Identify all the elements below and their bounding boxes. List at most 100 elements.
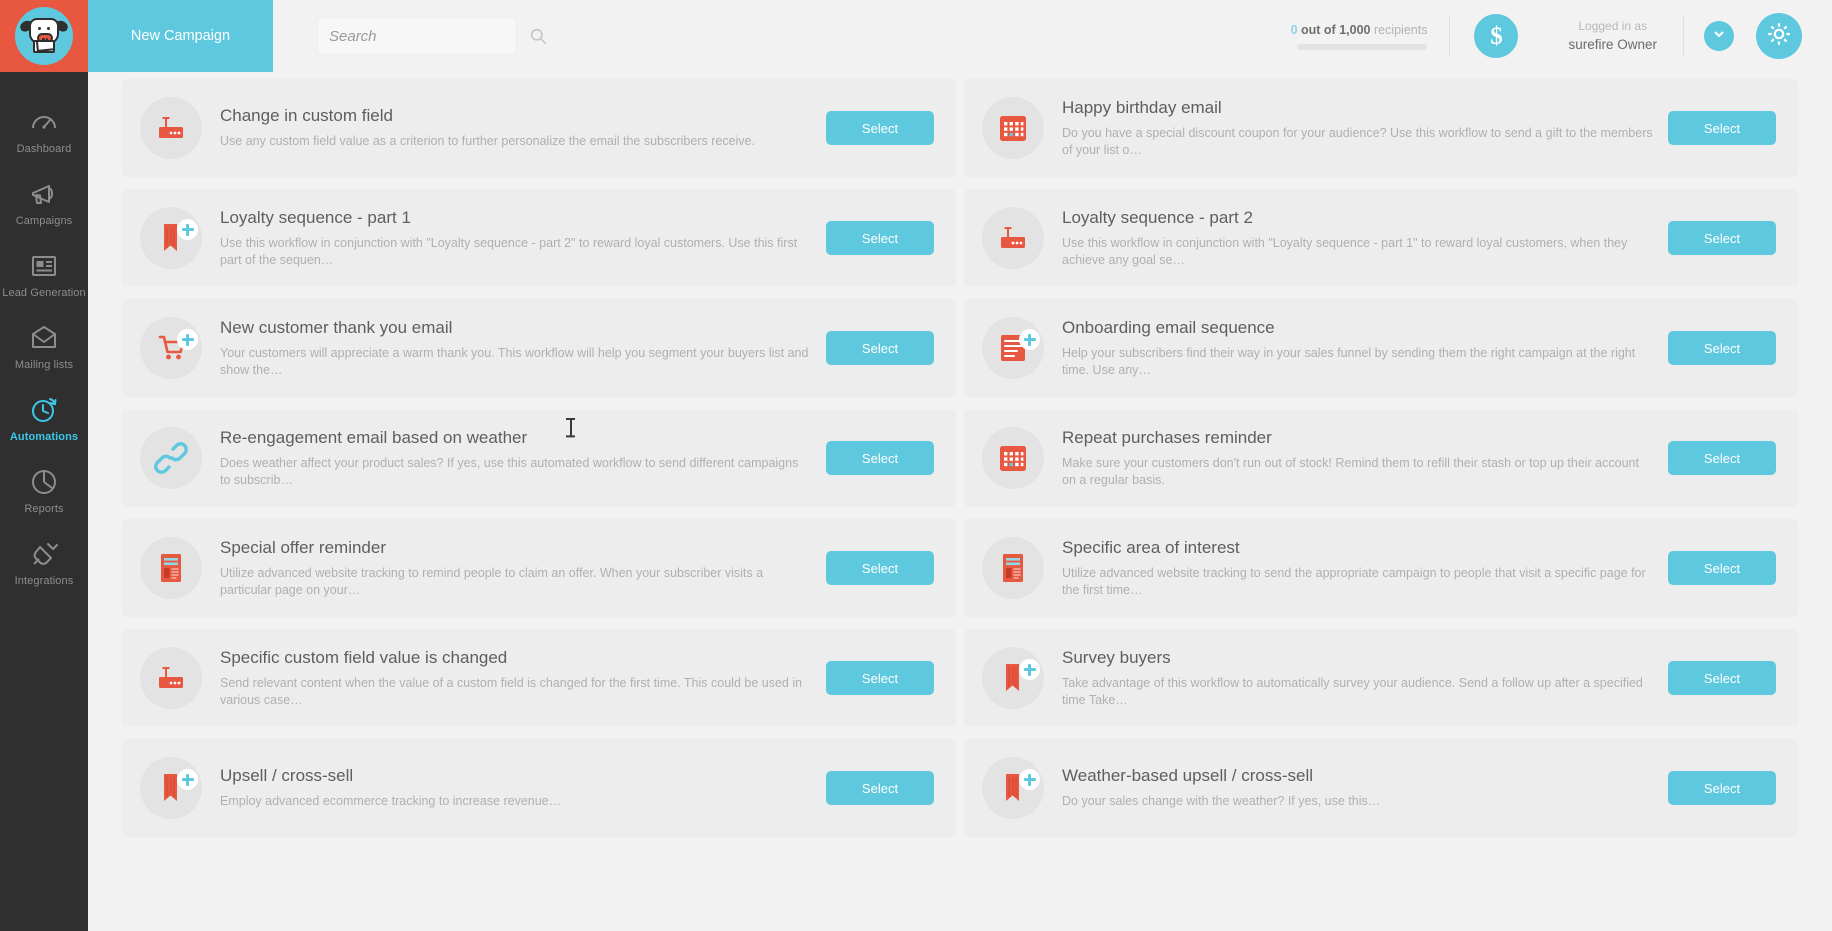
recipe-title: Survey buyers bbox=[1062, 648, 1171, 668]
automation-recipe-card[interactable]: Change in custom field Use any custom fie… bbox=[122, 79, 956, 177]
recipients-meter: 0 out of 1,000 recipients bbox=[1291, 23, 1450, 50]
recipe-title: Specific custom field value is changed bbox=[220, 648, 508, 668]
recipients-progress-bar bbox=[1297, 43, 1428, 50]
recipe-title: New customer thank you email bbox=[220, 318, 453, 338]
automation-recipe-card[interactable]: Repeat purchases reminder Make sure your … bbox=[964, 409, 1798, 507]
automation-recipe-card[interactable]: Specific area of interest Utilize advance… bbox=[964, 519, 1798, 617]
main-area: New Campaign 0 out of 1,000 recipients bbox=[88, 0, 1832, 931]
select-button[interactable]: Select bbox=[826, 551, 934, 585]
automation-recipe-card[interactable]: Specific custom field value is changed Se… bbox=[122, 629, 956, 727]
recipe-icon-badge bbox=[140, 97, 202, 159]
select-button[interactable]: Select bbox=[1668, 111, 1776, 145]
calendar-icon bbox=[996, 111, 1030, 145]
recipe-text: Happy birthday email Do you have a specia… bbox=[1062, 98, 1668, 158]
plus-icon bbox=[177, 219, 198, 240]
automation-recipe-card[interactable]: Special offer reminder Utilize advanced w… bbox=[122, 519, 956, 617]
search-box[interactable] bbox=[317, 17, 547, 55]
app-logo[interactable] bbox=[0, 0, 88, 72]
custom-field-icon bbox=[996, 221, 1030, 255]
recipe-description: Do you have a special discount coupon fo… bbox=[1062, 126, 1653, 157]
recipe-icon-badge bbox=[982, 647, 1044, 709]
credits-button[interactable]: $ bbox=[1474, 14, 1519, 58]
automation-recipe-card[interactable]: Loyalty sequence - part 2 Use this workfl… bbox=[964, 189, 1798, 287]
select-button[interactable]: Select bbox=[1668, 551, 1776, 585]
automation-recipe-card[interactable]: Upsell / cross-sell Employ advanced ecomm… bbox=[122, 739, 956, 837]
recipients-count: 0 bbox=[1290, 22, 1298, 37]
sidebar-item-campaigns[interactable]: Campaigns bbox=[0, 166, 88, 238]
recipe-text: Re-engagement email based on weather Does… bbox=[220, 428, 826, 488]
recipe-icon-badge bbox=[982, 757, 1044, 819]
recipe-description: Use this workflow in conjunction with "L… bbox=[1062, 236, 1628, 267]
automation-recipe-card[interactable]: Loyalty sequence - part 1 Use this workfl… bbox=[122, 189, 956, 287]
recipients-label: 0 out of 1,000 recipients bbox=[1291, 23, 1428, 37]
gear-icon bbox=[1766, 21, 1792, 52]
recipe-text: Change in custom field Use any custom fie… bbox=[220, 106, 826, 149]
select-button[interactable]: Select bbox=[826, 111, 934, 145]
plus-icon bbox=[1019, 329, 1040, 350]
recipe-description: Employ advanced ecommerce tracking to in… bbox=[220, 794, 562, 809]
select-button[interactable]: Select bbox=[826, 221, 934, 255]
select-button[interactable]: Select bbox=[1668, 661, 1776, 695]
top-bar-right: 0 out of 1,000 recipients $ Logged in as… bbox=[1291, 13, 1832, 59]
account-menu-button[interactable] bbox=[1704, 21, 1734, 51]
recipe-icon-badge bbox=[140, 757, 202, 819]
recipe-description: Utilize advanced website tracking to rem… bbox=[220, 566, 764, 597]
clock-icon bbox=[29, 395, 59, 425]
recipe-icon-badge bbox=[982, 427, 1044, 489]
recipe-description: Does weather affect your product sales? … bbox=[220, 456, 799, 487]
search-icon[interactable] bbox=[530, 28, 547, 45]
select-button[interactable]: Select bbox=[1668, 221, 1776, 255]
automation-recipe-card[interactable]: New customer thank you email Your custome… bbox=[122, 299, 956, 397]
sidebar-item-mailing-lists[interactable]: Mailing lists bbox=[0, 310, 88, 382]
recipe-text: Onboarding email sequence Help your subsc… bbox=[1062, 318, 1668, 378]
page-icon bbox=[996, 551, 1030, 585]
automation-recipe-card[interactable]: Weather-based upsell / cross-sell Do your… bbox=[964, 739, 1798, 837]
recipe-title: Specific area of interest bbox=[1062, 538, 1240, 558]
search-input[interactable] bbox=[329, 27, 530, 45]
automation-recipes-scroll[interactable]: Change in custom field Use any custom fie… bbox=[88, 72, 1832, 931]
sidebar-item-reports[interactable]: Reports bbox=[0, 454, 88, 526]
link-icon bbox=[153, 440, 189, 476]
automation-recipe-card[interactable]: Survey buyers Take advantage of this work… bbox=[964, 629, 1798, 727]
recipients-suffix: recipients bbox=[1373, 22, 1428, 37]
recipe-description: Help your subscribers find their way in … bbox=[1062, 346, 1636, 377]
recipe-icon-badge bbox=[982, 207, 1044, 269]
top-bar: New Campaign 0 out of 1,000 recipients bbox=[88, 0, 1832, 72]
plug-icon bbox=[29, 539, 59, 569]
recipe-text: Specific custom field value is changed Se… bbox=[220, 648, 826, 708]
pie-chart-icon bbox=[29, 467, 59, 497]
sidebar-nav: Dashboard Campaigns Lead Generation Mailing… bbox=[0, 72, 88, 598]
account-name: surefire Owner bbox=[1568, 36, 1657, 52]
recipe-title: Loyalty sequence - part 1 bbox=[220, 208, 411, 228]
recipe-title: Upsell / cross-sell bbox=[220, 766, 354, 786]
select-button[interactable]: Select bbox=[826, 441, 934, 475]
sidebar-item-integrations[interactable]: Integrations bbox=[0, 526, 88, 598]
page-icon bbox=[154, 551, 188, 585]
recipe-icon-badge bbox=[982, 97, 1044, 159]
settings-button[interactable] bbox=[1756, 13, 1802, 59]
account-info: Logged in as surefire Owner bbox=[1542, 18, 1683, 55]
recipe-text: New customer thank you email Your custome… bbox=[220, 318, 826, 378]
sidebar: Dashboard Campaigns Lead Generation Mailing… bbox=[0, 0, 88, 931]
select-button[interactable]: Select bbox=[1668, 331, 1776, 365]
recipe-title: Loyalty sequence - part 2 bbox=[1062, 208, 1253, 228]
recipients-middle: out of 1,000 bbox=[1301, 22, 1371, 37]
select-button[interactable]: Select bbox=[1668, 771, 1776, 805]
select-button[interactable]: Select bbox=[826, 331, 934, 365]
recipe-description: Take advantage of this workflow to autom… bbox=[1062, 676, 1643, 707]
automation-recipe-card[interactable]: Onboarding email sequence Help your subsc… bbox=[964, 299, 1798, 397]
automation-recipe-card[interactable]: Happy birthday email Do you have a specia… bbox=[964, 79, 1798, 177]
recipe-text: Repeat purchases reminder Make sure your … bbox=[1062, 428, 1668, 488]
sidebar-item-dashboard[interactable]: Dashboard bbox=[0, 94, 88, 166]
sidebar-item-automations[interactable]: Automations bbox=[0, 382, 88, 454]
plus-icon bbox=[1019, 769, 1040, 790]
automation-recipe-card[interactable]: Re-engagement email based on weather Does… bbox=[122, 409, 956, 507]
custom-field-icon bbox=[154, 111, 188, 145]
select-button[interactable]: Select bbox=[826, 771, 934, 805]
sidebar-item-lead-generation[interactable]: Lead Generation bbox=[0, 238, 88, 310]
sidebar-item-label: Lead Generation bbox=[2, 287, 86, 299]
select-button[interactable]: Select bbox=[1668, 441, 1776, 475]
sidebar-item-label: Dashboard bbox=[16, 143, 72, 155]
new-campaign-button[interactable]: New Campaign bbox=[88, 0, 273, 72]
select-button[interactable]: Select bbox=[826, 661, 934, 695]
